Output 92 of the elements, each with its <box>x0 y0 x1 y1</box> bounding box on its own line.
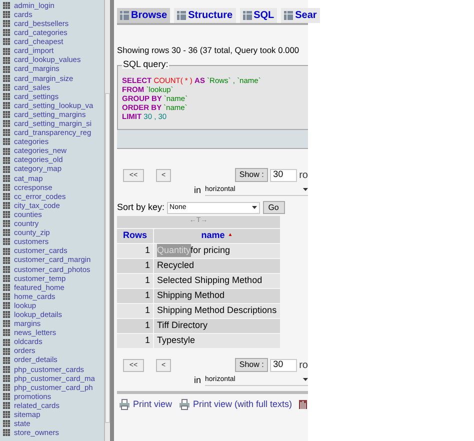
show-button[interactable]: Show : <box>235 168 268 182</box>
table-icon <box>3 84 10 91</box>
in-label: in <box>194 184 202 197</box>
table-cell: Shipping Method Descriptions <box>154 304 280 318</box>
table-cell: Recycled <box>154 258 280 273</box>
table-icon <box>3 48 10 55</box>
table-icon <box>3 393 10 400</box>
go-button[interactable]: Go <box>262 201 285 214</box>
table-icon <box>3 111 10 118</box>
table-cell: 1 <box>117 334 153 348</box>
table-icon <box>3 211 10 218</box>
table-icon <box>3 202 10 210</box>
table-cell: Quantityfor pricing <box>154 244 280 258</box>
printer-icon <box>119 399 130 410</box>
table-cell: 1 <box>117 304 153 318</box>
tab-icon <box>284 11 294 20</box>
dropdown-caret-icon <box>303 378 308 382</box>
table-icon <box>3 293 10 300</box>
table-icon <box>3 38 10 46</box>
table-icon <box>3 238 10 246</box>
status-message: Showing rows 30 - 36 (37 total, Query took 0.000 <box>117 44 300 57</box>
tab-icon <box>177 11 186 20</box>
rows-label: ro <box>299 168 308 183</box>
table-icon <box>3 20 10 28</box>
table-icon <box>3 184 10 191</box>
table-icon <box>3 311 10 318</box>
table-icon <box>3 302 10 310</box>
tab[interactable]: SQL <box>240 8 278 23</box>
table-cell: 1 <box>117 288 153 303</box>
table-cell: 1 <box>117 318 153 333</box>
table-icon <box>3 348 10 355</box>
table-icon <box>3 429 10 436</box>
table-icon <box>3 66 10 73</box>
table-icon <box>3 374 10 382</box>
row-count-field[interactable]: 30 <box>270 358 298 372</box>
table-icon <box>3 29 10 36</box>
column-header[interactable]: Rows <box>117 228 153 243</box>
table-icon <box>3 411 10 418</box>
table-icon <box>3 74 10 82</box>
chart-icon[interactable] <box>299 400 308 410</box>
table-icon <box>3 320 10 328</box>
table-icon <box>3 220 10 228</box>
table-icon <box>3 56 10 64</box>
table-icon <box>3 2 10 10</box>
table-cell: 1 <box>117 258 153 273</box>
print-view-link[interactable]: Print view (with full texts) <box>193 398 292 412</box>
tab[interactable]: Sear <box>281 8 320 23</box>
row-count-field[interactable]: 30 <box>270 168 298 182</box>
table-icon <box>3 366 10 373</box>
table-cell: Tiff Directory <box>154 318 280 333</box>
table-cell: 1 <box>117 244 153 258</box>
sort-label: Sort by key: <box>117 201 165 214</box>
table-icon <box>3 266 10 273</box>
table-icon <box>3 402 10 410</box>
tab-icon <box>242 11 252 20</box>
table-icon <box>3 166 10 173</box>
table-cell: Typestyle <box>154 334 280 348</box>
table-cell: 1 <box>117 274 153 288</box>
table-icon <box>3 174 10 182</box>
table-icon <box>3 329 10 336</box>
table-icon <box>3 129 10 136</box>
print-view-link[interactable]: Print view <box>133 398 172 412</box>
table-icon <box>3 120 10 128</box>
table-cell: Selected Shipping Method <box>154 274 280 288</box>
tab-icon <box>120 11 129 20</box>
table-icon <box>3 148 10 155</box>
table-icon <box>3 11 10 18</box>
dropdown-caret-icon <box>252 206 257 210</box>
table-icon <box>3 356 10 364</box>
table-icon <box>3 156 10 164</box>
table-icon <box>3 284 10 291</box>
table-icon <box>3 384 10 391</box>
sql-query-legend: SQL query: <box>122 60 170 69</box>
table-icon <box>3 138 10 146</box>
table-icon <box>3 229 10 236</box>
table-icon <box>3 102 10 110</box>
printer-icon <box>179 399 190 410</box>
table-icon <box>3 193 10 200</box>
tab[interactable]: Structure <box>174 8 236 23</box>
table-icon <box>3 338 10 346</box>
table-cell: Shipping Method <box>154 288 280 303</box>
table-icon <box>3 274 10 282</box>
table-icon <box>3 92 10 100</box>
rows-label: ro <box>299 358 308 373</box>
in-label: in <box>194 374 202 387</box>
scrollbar[interactable] <box>104 0 110 441</box>
show-button[interactable]: Show : <box>235 358 268 372</box>
dropdown-caret-icon <box>303 188 308 192</box>
table-icon <box>3 256 10 264</box>
table-icon <box>3 248 10 255</box>
table-icon <box>3 420 10 428</box>
tab[interactable]: Browse <box>117 8 170 23</box>
